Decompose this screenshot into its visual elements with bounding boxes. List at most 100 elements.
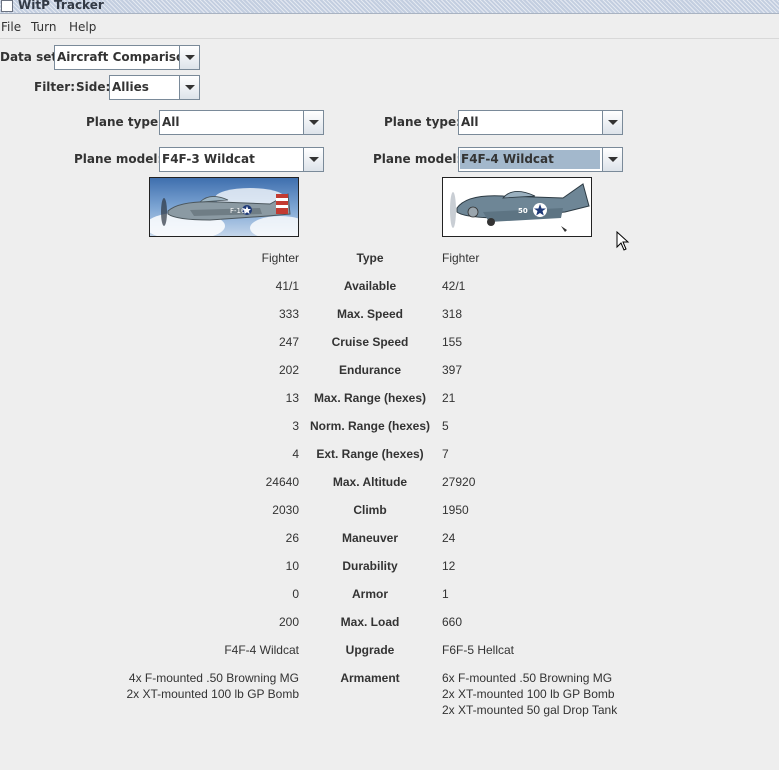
dataset-label: Data set: (0, 50, 62, 64)
right-value: 42/1 (442, 278, 742, 294)
left-value-line: 200 (278, 615, 299, 629)
right-plane-image: 50 (442, 177, 592, 237)
left-value-line: F4F-4 Wildcat (224, 643, 299, 657)
left-value: 247 (60, 334, 299, 350)
row-label-text: Armament (340, 671, 400, 685)
row-label: Armor (299, 586, 441, 602)
right-plane-type-value: All (461, 115, 479, 129)
window-title: WitP Tracker (18, 0, 104, 12)
left-plane-model-combo[interactable]: F4F-3 Wildcat (159, 147, 324, 172)
right-plane-model-combo[interactable]: F4F-4 Wildcat (458, 147, 623, 172)
row-label-text: Available (343, 279, 397, 293)
row-label-text: Durability (342, 559, 398, 573)
right-value-line: 318 (442, 307, 463, 321)
right-value: 7 (442, 446, 742, 462)
right-value: 24 (442, 530, 742, 546)
left-value: 0 (60, 586, 299, 602)
left-value-line: 2x XT-mounted 100 lb GP Bomb (126, 687, 299, 701)
table-row: 24640 Max. Altitude 27920 (0, 474, 779, 490)
table-row: 247 Cruise Speed 155 (0, 334, 779, 350)
row-label: Type (299, 250, 441, 266)
row-label-text: Max. Range (hexes) (313, 391, 427, 405)
menu-file[interactable]: File (1, 20, 21, 34)
row-label: Norm. Range (hexes) (299, 418, 441, 434)
row-label: Max. Range (hexes) (299, 390, 441, 406)
right-value: 6x F-mounted .50 Browning MG 2x XT-mounte… (442, 670, 742, 718)
right-value-line: 42/1 (442, 279, 466, 293)
right-value-line: 27920 (442, 475, 476, 489)
right-value-line: 1950 (442, 503, 469, 517)
left-value: 24640 (60, 474, 299, 490)
left-value-line: 13 (285, 391, 299, 405)
right-value: 21 (442, 390, 742, 406)
row-label: Max. Speed (299, 306, 441, 322)
row-label-text: Max. Altitude (332, 475, 408, 489)
chevron-down-icon[interactable] (303, 111, 323, 134)
left-value-line: 4 (292, 447, 299, 461)
table-row: 200 Max. Load 660 (0, 614, 779, 630)
table-row: 3 Norm. Range (hexes) 5 (0, 418, 779, 434)
right-value: 1 (442, 586, 742, 602)
row-label-text: Max. Speed (336, 307, 404, 321)
row-label: Max. Altitude (299, 474, 441, 490)
menu-help[interactable]: Help (69, 20, 96, 34)
right-plane-model-label: Plane model: (373, 152, 462, 166)
left-plane-type-combo[interactable]: All (159, 110, 324, 135)
dataset-combo[interactable]: Aircraft Comparison (54, 45, 200, 70)
left-value-line: 2030 (272, 503, 299, 517)
right-plane-type-combo[interactable]: All (458, 110, 623, 135)
row-label: Maneuver (299, 530, 441, 546)
left-value: 200 (60, 614, 299, 630)
left-value: 10 (60, 558, 299, 574)
left-value: 41/1 (60, 278, 299, 294)
left-value-line: 41/1 (275, 279, 299, 293)
table-row: 2030 Climb 1950 (0, 502, 779, 518)
chevron-down-icon[interactable] (602, 111, 622, 134)
left-value: 26 (60, 530, 299, 546)
right-value: Fighter (442, 250, 742, 266)
left-value-line: 10 (285, 559, 299, 573)
row-label-text: Cruise Speed (331, 335, 409, 349)
chevron-down-icon[interactable] (602, 148, 622, 171)
table-row: 4 Ext. Range (hexes) 7 (0, 446, 779, 462)
left-value: 333 (60, 306, 299, 322)
left-value-line: 0 (292, 587, 299, 601)
window-icon[interactable] (1, 0, 13, 12)
svg-text:F-16: F-16 (230, 207, 246, 215)
right-plane-type-label: Plane type: (384, 115, 461, 129)
row-label: Cruise Speed (299, 334, 441, 350)
left-value: 202 (60, 362, 299, 378)
row-label-text: Climb (353, 503, 387, 517)
menu-turn[interactable]: Turn (31, 20, 56, 34)
right-value: 155 (442, 334, 742, 350)
row-label-text: Endurance (338, 363, 401, 377)
left-value-line: 26 (285, 531, 299, 545)
chevron-down-icon[interactable] (303, 148, 323, 171)
left-value-line: 247 (278, 335, 299, 349)
row-label-text: Norm. Range (hexes) (309, 419, 431, 433)
row-label: Climb (299, 502, 441, 518)
left-value: 4x F-mounted .50 Browning MG 2x XT-mounte… (60, 670, 299, 702)
left-value: 2030 (60, 502, 299, 518)
row-label: Endurance (299, 362, 441, 378)
left-value-line: 333 (278, 307, 299, 321)
right-value: 660 (442, 614, 742, 630)
left-value: 13 (60, 390, 299, 406)
left-plane-type-label: Plane type: (86, 115, 163, 129)
right-value: 12 (442, 558, 742, 574)
side-value: Allies (112, 80, 149, 94)
left-value-line: 202 (278, 363, 299, 377)
row-label: Armament (299, 670, 441, 686)
right-value: 318 (442, 306, 742, 322)
right-value-line: 6x F-mounted .50 Browning MG (442, 671, 613, 685)
table-row: 333 Max. Speed 318 (0, 306, 779, 322)
left-value: F4F-4 Wildcat (60, 642, 299, 658)
svg-text:50: 50 (518, 207, 528, 215)
chevron-down-icon[interactable] (179, 46, 199, 69)
right-value-line: 5 (442, 419, 449, 433)
chevron-down-icon[interactable] (179, 76, 199, 99)
side-combo[interactable]: Allies (109, 75, 200, 100)
right-value: F6F-5 Hellcat (442, 642, 742, 658)
left-value: Fighter (60, 250, 299, 266)
right-value-line: Fighter (442, 251, 480, 265)
